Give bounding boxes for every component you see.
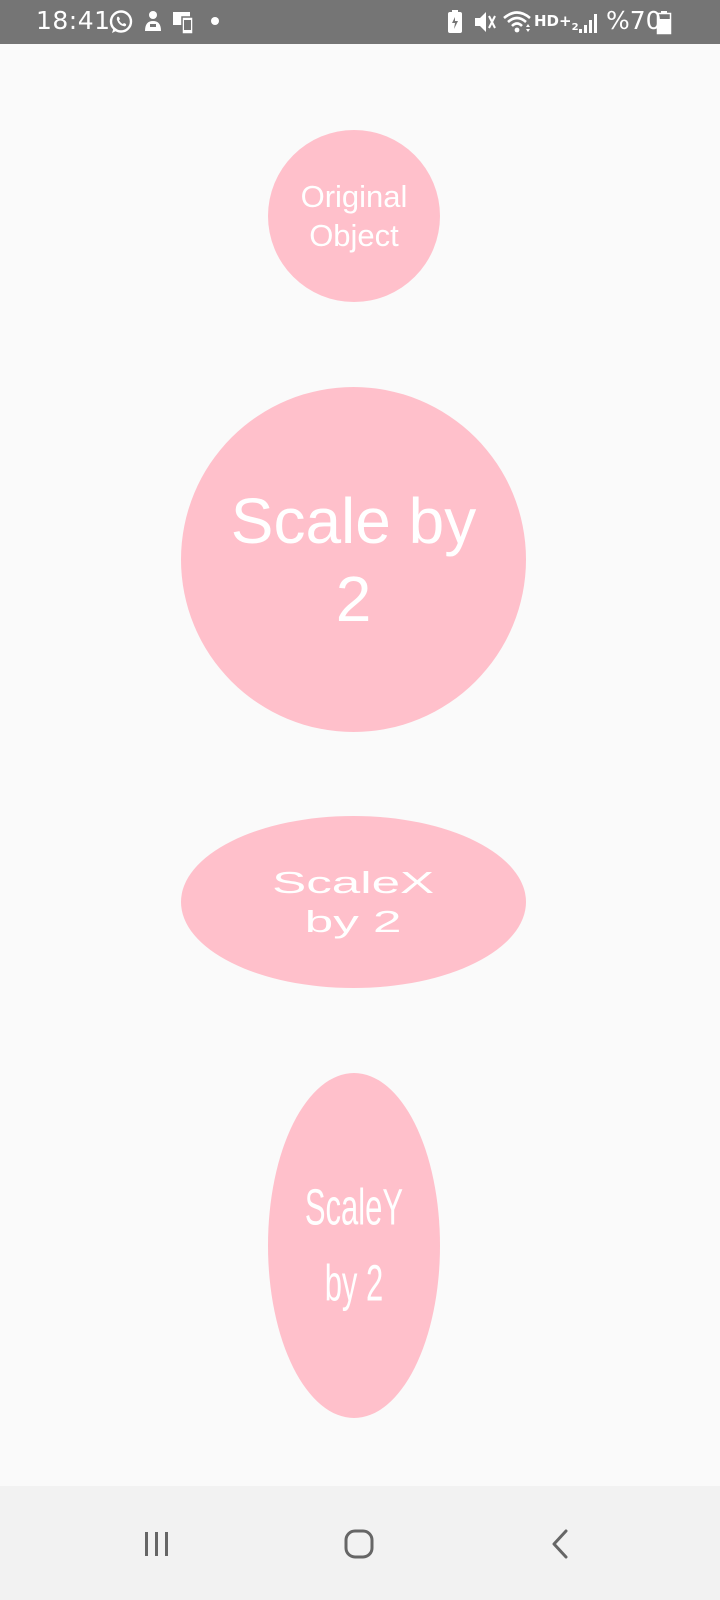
scaley-by-2-label: ScaleY by 2 xyxy=(304,1177,404,1312)
scalex-by-2-ellipse: ScaleX by 2 xyxy=(181,816,526,988)
scaley-by-2-label-wrap: ScaleY by 2 xyxy=(305,1170,403,1322)
screen-mirror-icon xyxy=(173,12,194,35)
home-icon xyxy=(344,1529,374,1559)
mute-icon xyxy=(475,12,496,32)
scalex-by-2-label-wrap: ScaleX by 2 xyxy=(272,863,434,941)
network-type: HD+2 xyxy=(534,12,579,33)
battery-icon xyxy=(656,11,672,35)
home-button[interactable] xyxy=(319,1504,399,1584)
dot-icon xyxy=(211,17,219,25)
original-object-label-wrap: Original Object xyxy=(301,177,408,255)
wifi-icon xyxy=(503,11,531,33)
scaley-by-2-ellipse: ScaleY by 2 xyxy=(268,1073,440,1418)
scale-by-2-label-wrap: Scale by 2 xyxy=(231,482,476,638)
status-bar: 18:41 HD+2 %70 xyxy=(0,0,720,44)
navigation-bar xyxy=(0,1486,720,1600)
scale-by-2-label: Scale by 2 xyxy=(230,484,477,635)
original-object-label: Original Object xyxy=(300,179,408,253)
recents-icon xyxy=(145,1532,168,1556)
scale-by-2-circle: Scale by 2 xyxy=(181,387,526,732)
recents-button[interactable] xyxy=(117,1504,197,1584)
scalex-by-2-label: ScaleX by 2 xyxy=(272,865,435,939)
back-icon xyxy=(552,1529,568,1559)
battery-percent: %70 xyxy=(606,6,662,35)
status-time: 18:41 xyxy=(36,6,111,35)
whatsapp-icon xyxy=(109,10,133,33)
battery-saver-icon xyxy=(448,10,462,33)
notification-app-icon xyxy=(145,11,161,31)
screen: 18:41 HD+2 %70 Original Object Scale by … xyxy=(0,0,720,1600)
original-object-circle: Original Object xyxy=(268,130,440,302)
signal-icon xyxy=(579,14,597,33)
back-button[interactable] xyxy=(520,1504,600,1584)
